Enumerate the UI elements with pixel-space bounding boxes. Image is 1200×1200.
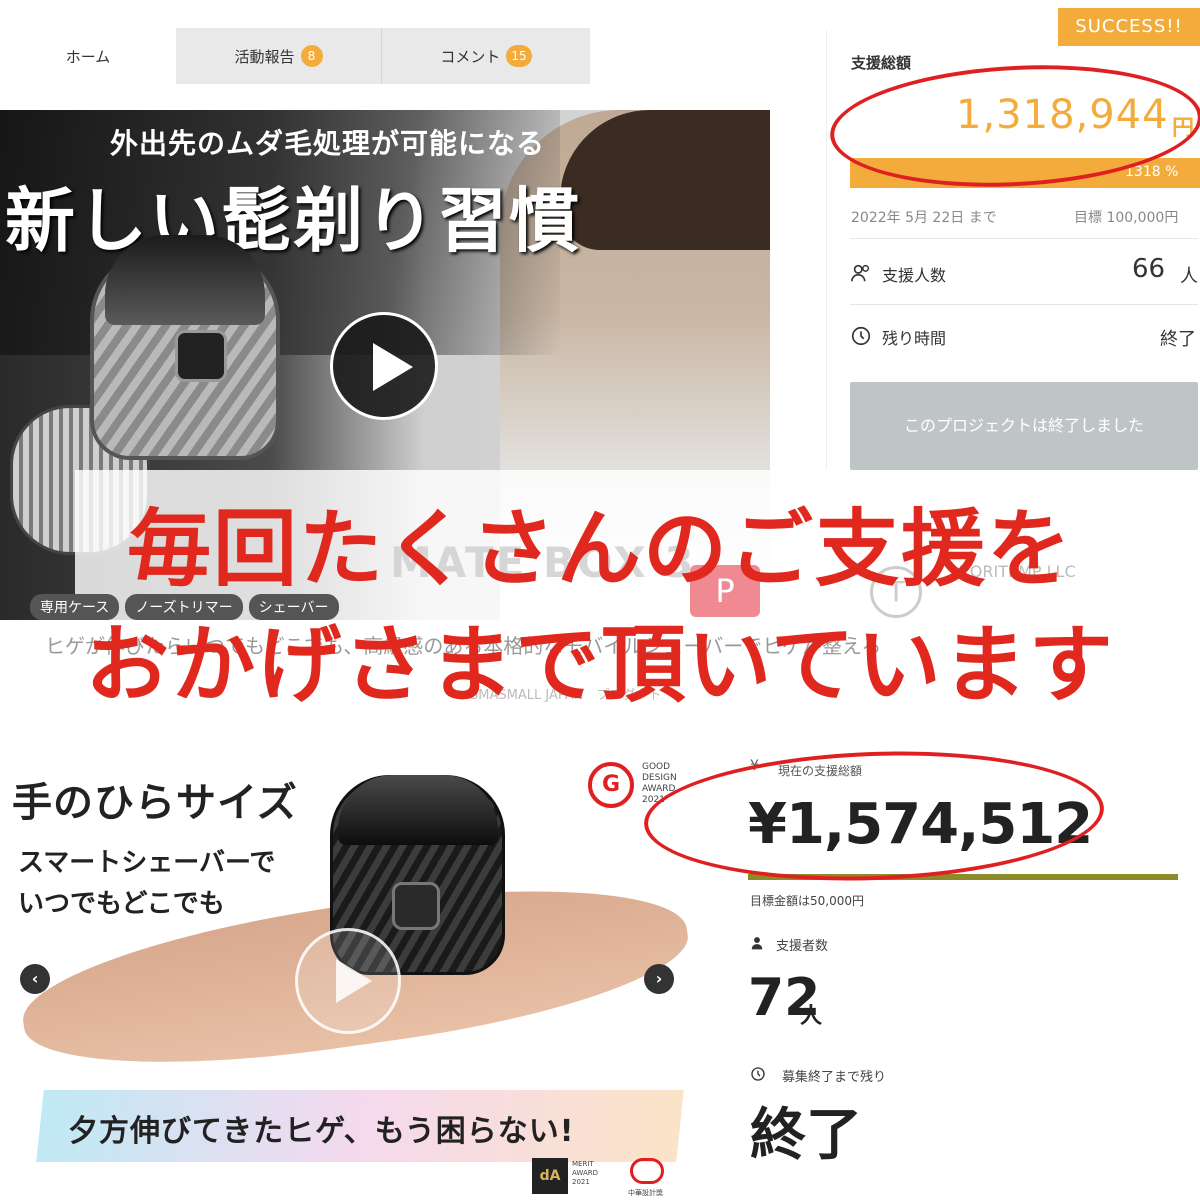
carousel-next-icon[interactable]: › [644,964,674,994]
clock-icon [751,1067,765,1081]
divider [850,238,1198,239]
tab-activity-reports[interactable]: 活動報告 8 [176,28,382,84]
tab-comments[interactable]: コメント 15 [382,28,590,84]
activity-count-badge: 8 [300,45,323,67]
merit-award-text: MERIT AWARD 2021 [572,1160,598,1186]
shaver-button-image [175,330,227,382]
supporters-label: 支援者数 [776,939,829,954]
bottom-banner-text: 夕方伸びてきたヒゲ、もう困らない! [68,1114,575,1149]
chuto-award-logo-icon [630,1158,664,1184]
shaver-lid-image [105,235,265,325]
tab-home-label: ホーム [65,47,111,66]
carousel-prev-icon[interactable]: ‹ [20,964,50,994]
model-hair-image [560,110,770,250]
bottom-hero-title: 手のひらサイズ [12,780,298,826]
merit-award-logo-icon: dA [532,1158,568,1194]
supporters-label: 支援人数 [882,266,947,285]
supporters-unit: 人 [1180,266,1198,287]
good-design-logo-icon: G [588,762,634,808]
play-video-button[interactable] [295,928,401,1034]
supporters-icon [851,264,870,282]
remaining-label: 募集終了まで残り [782,1070,887,1085]
success-badge: SUCCESS!! [1058,8,1200,46]
supporters-unit: 人 [800,1004,823,1029]
hero-subtitle: 外出先のムダ毛処理が可能になる [110,127,546,160]
supporters-count: 66 [1132,254,1166,284]
shaver-lid-image [338,775,498,845]
comments-count-badge: 15 [506,45,532,67]
chuto-award-text: 中華設計獎 [628,1189,663,1197]
project-ended-button[interactable]: このプロジェクトは終了しました [850,382,1198,470]
project-tabs: ホーム 活動報告 8 コメント 15 [0,28,590,84]
hero-title: 新しい髭剃り習慣 [5,180,581,262]
remaining-time-value: 終了 [1160,329,1196,350]
message-line-1: 毎回たくさんのご支援を [126,499,1073,598]
deadline: 2022年 5月 22日 まで [851,210,997,226]
remaining-value: 終了 [750,1103,862,1168]
target-amount: 目標金額は50,000円 [750,894,864,908]
bottom-hero-sub2: いつでもどこでも [18,889,225,919]
target-amount: 目標 100,000円 [1074,210,1179,226]
tab-activity-label: 活動報告 [234,47,295,66]
message-line-2: おかげさまで頂いています [85,615,1115,714]
play-video-button[interactable] [330,312,438,420]
tab-comments-label: コメント [440,47,501,66]
divider [850,304,1198,305]
tab-home[interactable]: ホーム [0,28,176,84]
clock-icon [851,326,871,346]
total-support-label: 支援総額 [851,54,912,72]
shaver-button-image [392,882,440,930]
user-icon [751,937,763,950]
remaining-time-label: 残り時間 [882,329,947,348]
bottom-hero-sub1: スマートシェーバーで [18,848,276,878]
